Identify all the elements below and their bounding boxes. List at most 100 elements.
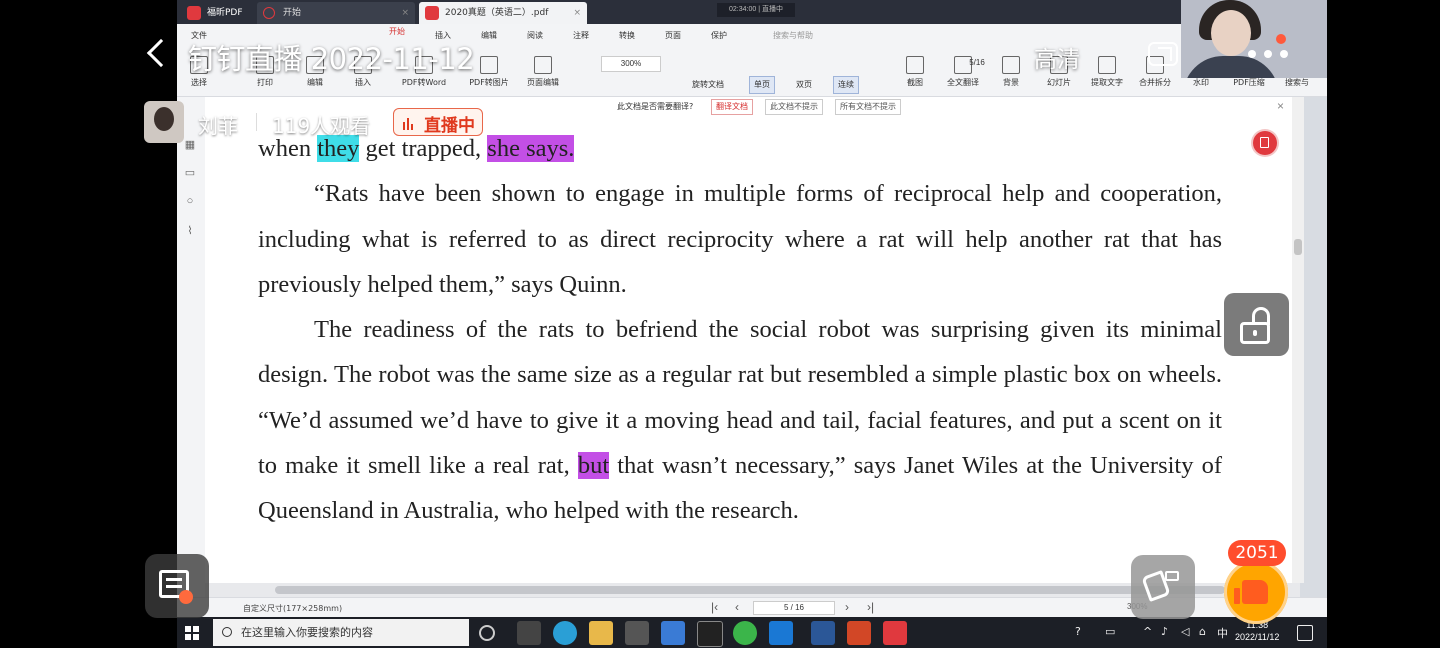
close-icon[interactable]: × [1277,99,1284,113]
windows-start-icon[interactable] [185,626,199,640]
menu-page[interactable]: 页面 [665,30,681,41]
lock-body [1240,322,1270,344]
tab-app[interactable]: 福昕PDF [181,2,257,24]
attachment-icon[interactable]: ⌇ [183,225,197,237]
back-icon[interactable] [147,38,165,70]
live-badge: 直播中 [393,108,483,136]
image-icon [480,56,498,74]
tab-home[interactable]: 开始 × [257,2,415,24]
thumbnails-icon[interactable]: ▦ [183,139,197,151]
file-explorer-icon[interactable] [589,621,613,645]
menu-convert[interactable]: 转换 [619,30,635,41]
edge-icon[interactable] [553,621,577,645]
notes-button[interactable] [145,554,209,618]
left-sidebar: ▦ ▭ ○ ⌇ [177,97,206,597]
menu-read[interactable]: 阅读 [527,30,543,41]
continuous-button[interactable]: 连续 [833,76,859,94]
search-input[interactable]: 搜索与帮助 [773,30,893,44]
next-page-icon[interactable]: › [845,600,849,614]
prev-page-icon[interactable]: ‹ [735,600,739,614]
ime-indicator[interactable]: 中 [1217,625,1228,641]
quality-button[interactable]: 高清 [1034,40,1080,74]
no-prompt-doc-button[interactable]: 此文档不提示 [765,99,823,115]
more-icon[interactable] [1246,44,1290,64]
first-page-icon[interactable]: |‹ [711,600,718,614]
network-icon[interactable]: ⌂ [1199,625,1206,638]
menu-protect[interactable]: 保护 [711,30,727,41]
recording-indicator: 02:34:00 | 直播中 [717,3,795,17]
close-icon[interactable]: × [401,2,409,24]
float-tool-icon[interactable] [1253,131,1277,155]
pdf-tab-bar: 福昕PDF 开始 × 2020真题（英语二）.pdf × 02:34:00 | 直播… [177,0,1327,24]
paragraph-quinn: “Rats have been shown to engage in multi… [258,180,1222,298]
home-icon [263,7,275,19]
powerpoint-icon[interactable] [847,621,871,645]
divider [256,113,257,131]
pdf-file-icon [425,6,439,20]
notification-icon[interactable] [1297,625,1313,641]
page-field[interactable]: 5/16 [947,56,1007,70]
hscroll-thumb[interactable] [275,586,1225,594]
screen-mirror-icon[interactable] [1146,38,1184,70]
webcam-face [1211,10,1251,56]
tool-screenshot[interactable]: 截图 [895,54,935,92]
vertical-scrollbar[interactable] [1292,97,1304,583]
screenshot-icon [906,56,924,74]
dingtalk-icon[interactable] [769,621,793,645]
page-nav-field[interactable]: 5 / 16 [753,601,835,615]
page-edit-icon [534,56,552,74]
translation-question: 此文档是否需要翻译? [617,102,694,111]
keyboard-icon[interactable]: ▭ [1105,625,1115,638]
search-icon[interactable]: ○ [183,195,197,207]
thumbs-up-icon [1234,580,1268,604]
notes-badge [179,590,193,604]
chevron-up-icon[interactable]: ^ [1143,625,1152,638]
store-icon[interactable] [625,621,649,645]
close-icon[interactable]: × [573,2,581,24]
menu-edit[interactable]: 编辑 [481,30,497,41]
foxit-logo-icon [187,6,201,20]
zoom-field[interactable]: 300% [601,56,661,72]
tool-extract-text[interactable]: 提取文字 [1085,54,1129,92]
highlight-they: they [317,135,360,162]
double-page-button[interactable]: 双页 [791,76,817,94]
app-icon[interactable] [697,621,723,647]
unlock-orientation-button[interactable] [1224,293,1289,356]
shared-desktop: 福昕PDF 开始 × 2020真题（英语二）.pdf × 02:34:00 | 直播… [177,0,1327,648]
viewer-count: 119人观看 [272,114,371,138]
scroll-thumb[interactable] [1294,239,1302,255]
extract-text-icon [1098,56,1116,74]
host-avatar[interactable] [144,101,184,143]
camera-icon [1165,571,1179,581]
tab-document[interactable]: 2020真题（英语二）.pdf × [419,2,587,24]
rotate-doc-button[interactable]: 旋转文档 [687,76,729,94]
notification-dot [1276,34,1286,44]
like-button[interactable] [1224,560,1288,624]
windows-taskbar: 在这里输入你要搜索的内容 ? ▭ ^ ♪ ◁ ⌂ 中 11:38 2022/11… [177,617,1327,648]
comments-icon[interactable]: ▭ [183,167,197,179]
wechat-icon[interactable] [733,621,757,645]
search-icon [222,627,232,637]
task-view-icon[interactable] [517,621,541,645]
help-icon[interactable]: ? [1075,625,1081,638]
screen: 福昕PDF 开始 × 2020真题（英语二）.pdf × 02:34:00 | 直播… [0,0,1440,648]
tool-page-edit[interactable]: 页面编辑 [521,54,565,92]
no-prompt-all-button[interactable]: 所有文档不提示 [835,99,901,115]
like-count: 2051 [1228,540,1286,566]
mail-icon[interactable] [661,621,685,645]
single-page-button[interactable]: 单页 [749,76,775,94]
last-page-icon[interactable]: ›| [867,600,874,614]
page-size-label: 自定义尺寸(177×258mm) [243,604,343,613]
foxit-icon[interactable] [883,621,907,645]
menu-comment[interactable]: 注释 [573,30,589,41]
highlight-but: but [577,452,610,480]
word-icon[interactable] [811,621,835,645]
live-bars-icon [403,118,415,130]
mic-icon[interactable]: ♪ [1161,625,1168,638]
cortana-icon[interactable] [479,625,495,641]
translate-doc-button[interactable]: 翻译文档 [711,99,753,115]
taskbar-search[interactable]: 在这里输入你要搜索的内容 [213,619,469,646]
video-call-button[interactable] [1131,555,1195,619]
paragraph-robot: The readiness of the rats to befriend th… [258,316,1222,525]
volume-icon[interactable]: ◁ [1181,625,1189,638]
